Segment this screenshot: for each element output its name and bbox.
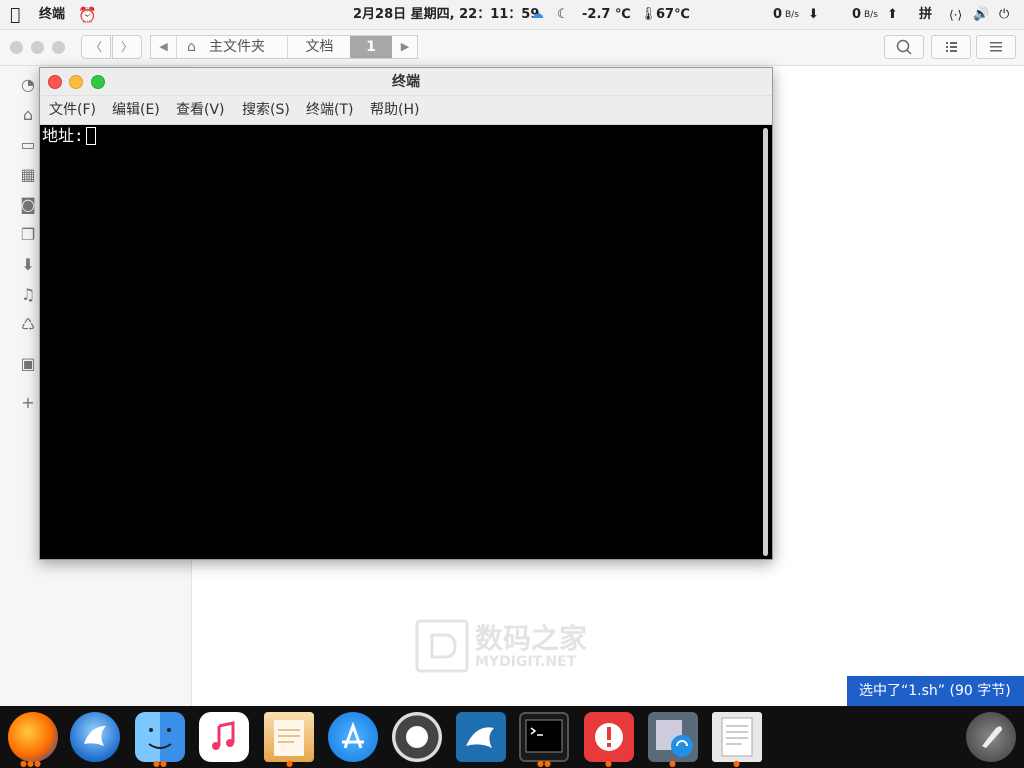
- pages-running-indicator: ●: [286, 759, 293, 768]
- terminal-window: 终端 文件(F) 编辑(E) 查看(V) 搜索(S) 终端(T) 帮助(H) 地…: [39, 67, 773, 560]
- input-method-indicator[interactable]: 拼: [919, 0, 932, 30]
- terminal-prompt: 地址:: [42, 126, 84, 145]
- drive-icon[interactable]: ▣: [18, 354, 38, 374]
- breadcrumb-documents[interactable]: 文档: [287, 36, 351, 58]
- forward-button[interactable]: 〉: [112, 35, 142, 59]
- home-folder-icon[interactable]: ⌂: [18, 105, 38, 125]
- menu-file[interactable]: 文件(F): [49, 96, 96, 125]
- videos-icon[interactable]: ▦: [18, 165, 38, 185]
- trash-icon[interactable]: ♺: [18, 315, 38, 335]
- watermark: 数码之家 MYDIGIT.NET: [415, 617, 615, 677]
- alert-app-icon[interactable]: [584, 712, 634, 762]
- net-upload-unit: B/s: [864, 10, 878, 20]
- weather-icon: ☁: [531, 7, 544, 22]
- terminal-menubar: 文件(F) 编辑(E) 查看(V) 搜索(S) 终端(T) 帮助(H): [40, 96, 772, 125]
- volume-icon[interactable]: 🔊: [973, 0, 989, 30]
- power-icon[interactable]: ⏻: [999, 0, 1009, 30]
- help-icon[interactable]: [392, 712, 442, 762]
- selection-status-notice: 选中了“1.sh” (90 字节): [847, 676, 1024, 706]
- menu-button[interactable]: [976, 35, 1016, 59]
- breadcrumb-home[interactable]: 主文件夹: [209, 36, 265, 58]
- datetime-clock[interactable]: 2月28日 星期四, 22：11：59: [353, 0, 539, 30]
- menu-view[interactable]: 查看(V): [176, 96, 225, 125]
- terminal-output[interactable]: 地址:: [40, 125, 772, 559]
- terminal-dock-icon[interactable]: [519, 712, 569, 762]
- pictures-icon[interactable]: ◙: [18, 195, 38, 215]
- finder-running-indicator: ●●: [153, 759, 167, 768]
- breadcrumb-current-folder[interactable]: 1: [350, 36, 392, 58]
- finder-icon[interactable]: [135, 712, 185, 762]
- music-icon[interactable]: ♫: [18, 285, 38, 305]
- list-view-button[interactable]: [931, 35, 971, 59]
- terminal-titlebar[interactable]: 终端: [40, 68, 772, 96]
- browser-icon[interactable]: [70, 712, 120, 762]
- thermometer-icon: 🌡: [640, 7, 657, 22]
- video-converter-icon[interactable]: [648, 712, 698, 762]
- apple-menu-icon[interactable]: : [10, 0, 20, 30]
- app-store-icon[interactable]: [328, 712, 378, 762]
- search-icon: [896, 39, 912, 55]
- list-view-icon: [946, 42, 957, 52]
- text-editor-running-indicator: ●: [733, 759, 740, 768]
- firefox-running-indicator: ●●●: [20, 759, 41, 768]
- fm-close-button[interactable]: [10, 41, 23, 54]
- search-button[interactable]: [884, 35, 924, 59]
- terminal-scrollbar[interactable]: [763, 128, 768, 556]
- menu-edit[interactable]: 编辑(E): [112, 96, 160, 125]
- home-icon: ⌂: [187, 39, 196, 55]
- active-app-name[interactable]: 终端: [39, 0, 65, 30]
- add-location-icon[interactable]: +: [18, 393, 38, 413]
- launchpad-icon[interactable]: [966, 712, 1016, 762]
- fm-maximize-button[interactable]: [52, 41, 65, 54]
- breadcrumb-left-arrow-icon[interactable]: ◀: [151, 36, 177, 58]
- cpu-temperature[interactable]: 67℃: [656, 0, 690, 30]
- breadcrumb-right-arrow-icon[interactable]: ▶: [393, 36, 417, 58]
- hamburger-menu-icon: [990, 42, 1002, 52]
- dock: ●●● ●● ● ●● ● ● ●: [0, 706, 1024, 768]
- firefox-icon[interactable]: [8, 712, 58, 762]
- documents-icon[interactable]: ❐: [18, 225, 38, 245]
- moon-icon: ☾: [557, 7, 569, 22]
- desktop-icon[interactable]: ▭: [18, 135, 38, 155]
- video-converter-running-indicator: ●: [669, 759, 676, 768]
- net-download-value: 0: [773, 7, 783, 22]
- terminal-title: 终端: [392, 74, 420, 90]
- downloads-icon[interactable]: ⬇: [18, 255, 38, 275]
- top-bar:  终端 ⏰ 2月28日 星期四, 22：11：59 ☁ ☾ -2.7 ℃ 🌡 …: [0, 0, 1024, 30]
- breadcrumb: ◀ ⌂ 主文件夹 文档 1 ▶: [150, 35, 418, 59]
- net-upload-value: 0: [852, 7, 862, 22]
- recent-icon[interactable]: ◔: [18, 75, 38, 95]
- watermark-subtitle: MYDIGIT.NET: [475, 654, 577, 670]
- menu-search[interactable]: 搜索(S): [242, 96, 290, 125]
- temperature-readout[interactable]: -2.7 ℃: [582, 0, 631, 30]
- watermark-title: 数码之家: [475, 622, 588, 655]
- menu-terminal[interactable]: 终端(T): [306, 96, 353, 125]
- back-button[interactable]: 〈: [81, 35, 111, 59]
- alarm-clock-icon[interactable]: ⏰: [78, 0, 97, 30]
- alert-app-running-indicator: ●: [605, 759, 612, 768]
- text-editor-icon[interactable]: [712, 712, 762, 762]
- file-manager-toolbar: 〈 〉 ◀ ⌂ 主文件夹 文档 1 ▶: [0, 30, 1024, 66]
- download-arrow-icon: ⬇: [808, 7, 819, 22]
- pages-app-icon[interactable]: [264, 712, 314, 762]
- music-app-icon[interactable]: [199, 712, 249, 762]
- fm-minimize-button[interactable]: [31, 41, 44, 54]
- net-download-unit: B/s: [785, 10, 799, 20]
- upload-arrow-icon: ⬆: [887, 7, 898, 22]
- network-icon[interactable]: ⟨·⟩: [949, 0, 962, 30]
- terminal-cursor: [86, 127, 96, 145]
- menu-help[interactable]: 帮助(H): [370, 96, 419, 125]
- terminal-running-indicator: ●●: [537, 759, 551, 768]
- mysql-workbench-icon[interactable]: [456, 712, 506, 762]
